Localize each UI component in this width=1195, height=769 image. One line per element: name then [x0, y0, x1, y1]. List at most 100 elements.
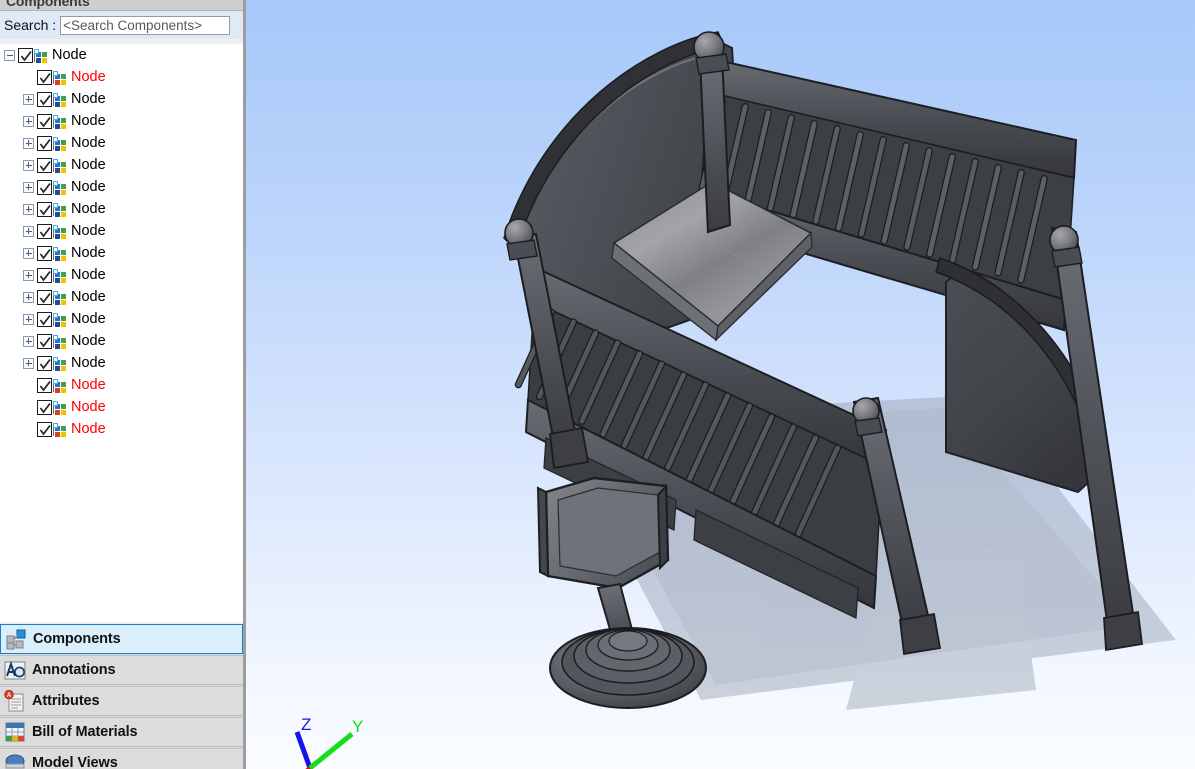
- expand-icon[interactable]: [23, 358, 34, 369]
- component-node-icon: [53, 335, 66, 348]
- node-label: Node: [71, 69, 106, 85]
- node-checkbox[interactable]: [37, 70, 52, 85]
- cad-model-crib[interactable]: [246, 0, 1195, 769]
- panel-tab-label: Attributes: [32, 693, 99, 709]
- tree-row[interactable]: Node: [0, 264, 243, 286]
- panel-tab-label: Model Views: [32, 755, 118, 769]
- tree-row[interactable]: Node: [0, 352, 243, 374]
- expand-icon[interactable]: [23, 270, 34, 281]
- svg-text:A: A: [7, 693, 12, 699]
- component-node-icon: [53, 379, 66, 392]
- node-label: Node: [71, 157, 106, 173]
- expand-icon[interactable]: [23, 138, 34, 149]
- node-checkbox[interactable]: [37, 378, 52, 393]
- node-label: Node: [71, 91, 106, 107]
- node-checkbox[interactable]: [18, 48, 33, 63]
- panel-tab-label: Bill of Materials: [32, 724, 137, 740]
- panel-tab-label: Annotations: [32, 662, 115, 678]
- expand-icon[interactable]: [23, 292, 34, 303]
- attributes-icon: A: [4, 690, 26, 712]
- node-checkbox[interactable]: [37, 334, 52, 349]
- node-checkbox[interactable]: [37, 312, 52, 327]
- tree-row[interactable]: Node: [0, 220, 243, 242]
- cad-application-window: Components Search : NodeNodeNodeNodeNode…: [0, 0, 1195, 769]
- axis-triad: Z Y: [278, 706, 398, 769]
- tree-row[interactable]: Node: [0, 176, 243, 198]
- panel-tab-label: Components: [33, 631, 121, 647]
- node-label: Node: [71, 223, 106, 239]
- node-label: Node: [71, 179, 106, 195]
- tree-row[interactable]: Node: [0, 44, 243, 66]
- node-label: Node: [71, 421, 106, 437]
- tree-row[interactable]: Node: [0, 374, 243, 396]
- panel-tab-attributes[interactable]: A Attributes: [0, 686, 243, 716]
- expand-icon[interactable]: [23, 314, 34, 325]
- node-label: Node: [71, 311, 106, 327]
- node-label: Node: [71, 399, 106, 415]
- node-label: Node: [71, 267, 106, 283]
- expand-icon[interactable]: [23, 160, 34, 171]
- node-checkbox[interactable]: [37, 290, 52, 305]
- panel-tab-components[interactable]: Components: [0, 624, 243, 654]
- expand-icon[interactable]: [23, 226, 34, 237]
- axis-label-z: Z: [301, 715, 311, 734]
- panel-tab-bill-of-materials[interactable]: Bill of Materials: [0, 717, 243, 747]
- page-title: Components: [6, 0, 90, 9]
- node-checkbox[interactable]: [37, 180, 52, 195]
- expand-icon[interactable]: [23, 204, 34, 215]
- component-node-icon: [53, 291, 66, 304]
- node-checkbox[interactable]: [37, 224, 52, 239]
- node-checkbox[interactable]: [37, 136, 52, 151]
- expand-icon[interactable]: [23, 94, 34, 105]
- tree-row[interactable]: Node: [0, 330, 243, 352]
- expand-icon[interactable]: [23, 182, 34, 193]
- component-tree[interactable]: Node Node Node Node Node Node Node Node Node Node…: [0, 44, 243, 622]
- components-icon: [5, 628, 27, 650]
- tree-row[interactable]: Node: [0, 88, 243, 110]
- expand-icon[interactable]: [23, 336, 34, 347]
- 3d-viewport[interactable]: Z Y: [246, 0, 1195, 769]
- node-label: Node: [71, 135, 106, 151]
- collapse-icon[interactable]: [4, 50, 15, 61]
- tree-row[interactable]: Node: [0, 132, 243, 154]
- expand-icon[interactable]: [23, 116, 34, 127]
- node-label: Node: [71, 377, 106, 393]
- node-checkbox[interactable]: [37, 202, 52, 217]
- node-label: Node: [71, 355, 106, 371]
- tree-row[interactable]: Node: [0, 66, 243, 88]
- search-row: Search :: [0, 11, 243, 39]
- node-label: Node: [52, 47, 87, 63]
- node-checkbox[interactable]: [37, 158, 52, 173]
- component-node-icon: [53, 159, 66, 172]
- component-node-icon: [53, 71, 66, 84]
- panel-tab-model-views[interactable]: Model Views: [0, 748, 243, 769]
- annotations-icon: [4, 659, 26, 681]
- component-node-icon: [53, 203, 66, 216]
- tree-row[interactable]: Node: [0, 110, 243, 132]
- node-label: Node: [71, 113, 106, 129]
- component-node-icon: [53, 115, 66, 128]
- node-label: Node: [71, 201, 106, 217]
- axis-label-y: Y: [352, 717, 363, 736]
- tree-row[interactable]: Node: [0, 418, 243, 440]
- panel-tab-annotations[interactable]: Annotations: [0, 655, 243, 685]
- tree-row[interactable]: Node: [0, 198, 243, 220]
- node-checkbox[interactable]: [37, 114, 52, 129]
- node-checkbox[interactable]: [37, 400, 52, 415]
- tree-row[interactable]: Node: [0, 154, 243, 176]
- node-checkbox[interactable]: [37, 268, 52, 283]
- node-checkbox[interactable]: [37, 422, 52, 437]
- tree-row[interactable]: Node: [0, 286, 243, 308]
- component-node-icon: [53, 357, 66, 370]
- node-checkbox[interactable]: [37, 92, 52, 107]
- tree-row[interactable]: Node: [0, 396, 243, 418]
- search-label: Search :: [4, 17, 56, 33]
- node-checkbox[interactable]: [37, 356, 52, 371]
- components-panel: Components Search : NodeNodeNodeNodeNode…: [0, 0, 246, 769]
- tree-row[interactable]: Node: [0, 242, 243, 264]
- tree-row[interactable]: Node: [0, 308, 243, 330]
- expand-icon[interactable]: [23, 248, 34, 259]
- node-checkbox[interactable]: [37, 246, 52, 261]
- search-input[interactable]: [60, 16, 230, 35]
- component-node-icon: [53, 423, 66, 436]
